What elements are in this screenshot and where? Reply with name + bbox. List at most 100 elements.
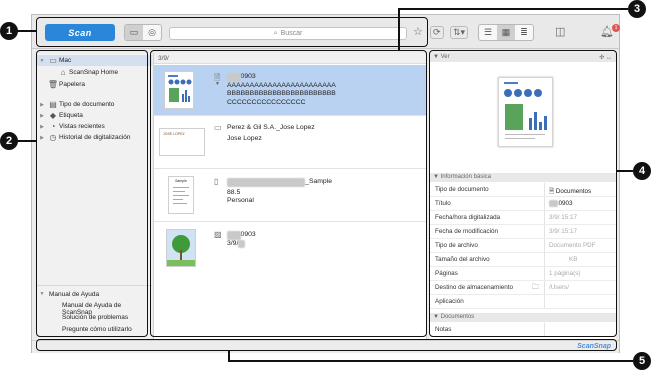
details-panel: ▼ Ver ✣ ↔ ▼ Información básica Tipo de d… [429, 53, 616, 339]
sidebar-item-tag[interactable]: ▶ ◆ Etiqueta [37, 110, 152, 121]
view-section-header[interactable]: ▼ Ver ✣ ↔ [429, 53, 616, 62]
list-date-label: 3/9/ [158, 55, 169, 62]
panel-toggle-icon[interactable]: ◫ [555, 25, 565, 38]
sidebar-item-scansnap-home[interactable]: ⌂ ScanSnap Home [37, 67, 152, 78]
list-date-header: 3/9/ [154, 53, 426, 64]
clock-icon: ◷ [49, 133, 57, 142]
documents-section-header[interactable]: ▼ Documentos [429, 313, 616, 322]
list-item-line: AAAAAAAAAAAAAAAAAAAAAAAA [227, 81, 336, 89]
document-icon: 🗎︎ [549, 188, 556, 195]
redacted-date: xxxx [227, 73, 241, 82]
list-item-text: xxxxxxxxxxxxxxxxxxxxxxx_Sample 88.5 Pers… [227, 178, 332, 206]
property-value-text: 0903 [558, 200, 573, 207]
app-window: Scan ▭ ◎ ⌕ Buscar ☆ ⟳ ⇅▾ ☰ ▦ ≣ ◫ 🔔︎ 1 ▼ … [31, 14, 620, 353]
tag-icon: ◆ [49, 111, 57, 120]
divider [544, 239, 545, 252]
cloud-eye-icon[interactable]: ◎ [143, 25, 161, 40]
sidebar-item-label: Historial de digitalización [59, 134, 131, 141]
list-item[interactable]: 🗎︎ ▼ xxxx0903 AAAAAAAAAAAAAAAAAAAAAAAA B… [154, 65, 426, 116]
redacted-date: xx [238, 239, 246, 248]
property-label: Destino de almacenamiento [435, 284, 514, 291]
help-link-troubleshooting[interactable]: Solución de problemas [62, 314, 128, 321]
property-value: 3/9/ 15:17 [549, 228, 578, 235]
expand-arrow-icon: ▼ [433, 54, 439, 60]
list-item[interactable]: JOSE LOPEZ ▭ Perez & Gil S.A._Jose Lopez… [154, 116, 426, 169]
chevron-down-icon[interactable]: ▼ [215, 81, 220, 87]
redacted-date: xxx [549, 200, 559, 207]
detail-view-icon[interactable]: ≣ [515, 25, 533, 40]
refresh-icon[interactable]: ⟳ [430, 26, 444, 39]
callout-leader-5 [228, 360, 633, 362]
zoom-controls-icon[interactable]: ✣ ↔ [599, 54, 612, 61]
redacted-title: xxxxxxxxxxxxxxxxxxxxxxx [227, 178, 306, 187]
search-input[interactable]: ⌕ Buscar [169, 27, 407, 40]
property-value: /Users/ [549, 284, 569, 291]
receipt-thumbnail: Sample [168, 176, 194, 214]
business-card-thumbnail: JOSE LOPEZ [159, 128, 205, 156]
property-value: 3/9/ 15:17 [549, 214, 578, 221]
list-item-line: BBBBBBBBBBBBBBBBBBBBBBBB [227, 90, 336, 97]
monitor-icon: ▭ [49, 56, 57, 65]
list-item[interactable]: Sample ▯ xxxxxxxxxxxxxxxxxxxxxxx_Sample … [154, 170, 426, 222]
basic-info-section-header[interactable]: ▼ Información básica [429, 173, 616, 182]
status-bar: ScanSnap [32, 340, 619, 353]
list-item[interactable]: ▨ xxxx0903 3/9/xx [154, 223, 426, 275]
sidebar-tree: ▼ ▭ Mac ⌂ ScanSnap Home 🗑︎ Papelera ▶ ▤ … [37, 53, 152, 253]
divider [544, 323, 545, 336]
star-icon[interactable]: ☆ [413, 25, 423, 38]
expand-arrow-icon[interactable]: ▼ [37, 291, 47, 297]
layout-toggle[interactable]: ☰ ▦ ≣ [478, 24, 534, 41]
sidebar-item-label: Mac [59, 57, 72, 64]
scan-button[interactable]: Scan [45, 24, 115, 41]
sidebar-item-document-type[interactable]: ▶ ▤ Tipo de documento [37, 99, 152, 110]
list-item-line: CCCCCCCCCCCCCCCC [227, 98, 306, 106]
property-value: Documento PDF [549, 242, 596, 249]
list-item-title: 0903 [240, 231, 256, 238]
property-label: Tamaño del archivo [435, 256, 490, 263]
sidebar-item-label: Tipo de documento [59, 101, 115, 108]
callout-leader-2 [17, 140, 36, 142]
photo-icon: ▨ [214, 230, 222, 239]
property-row-pages: Páginas 1 página(s) [429, 267, 616, 281]
view-mode-toggle[interactable]: ▭ ◎ [124, 24, 162, 41]
list-item-title: 0903 [240, 73, 256, 80]
help-link-how-to[interactable]: Pregunte cómo utilizarlo [62, 326, 132, 333]
expand-arrow-icon: ▼ [433, 314, 439, 320]
property-value: KB [569, 256, 578, 263]
photo-thumbnail [166, 229, 196, 267]
property-label: Aplicación [435, 298, 464, 305]
monitor-icon[interactable]: ▭ [125, 25, 143, 40]
divider [544, 295, 545, 308]
property-row-file-type: Tipo de archivo Documento PDF [429, 239, 616, 253]
property-row-storage: Destino de almacenamiento 🗀 /Users/ [429, 281, 616, 295]
toolbar: Scan ▭ ◎ ⌕ Buscar ☆ ⟳ ⇅▾ ☰ ▦ ≣ ◫ 🔔︎ 1 [32, 15, 620, 49]
list-view-icon[interactable]: ☰ [479, 25, 497, 40]
property-row-document-type: Tipo de documento 🗎︎ Documentos [429, 183, 616, 197]
expand-arrow-icon[interactable]: ▼ [37, 58, 47, 64]
scansnap-logo: ScanSnap [577, 343, 611, 350]
expand-arrow-icon[interactable]: ▶ [37, 124, 47, 130]
document-thumbnail [164, 71, 194, 109]
property-row-file-size: Tamaño del archivo KB [429, 253, 616, 267]
property-label: Fecha de modificación [435, 228, 499, 235]
expand-arrow-icon[interactable]: ▶ [37, 135, 47, 141]
property-value[interactable]: xxx0903 [549, 200, 572, 207]
search-icon: ⌕ [273, 29, 278, 37]
notification-badge: 1 [612, 24, 620, 32]
callout-badge-5: 5 [633, 352, 651, 370]
callout-leader-3 [398, 8, 628, 10]
sort-icon[interactable]: ⇅▾ [450, 26, 469, 39]
property-value[interactable]: 🗎︎ Documentos [549, 186, 591, 197]
section-title: Documentos [440, 314, 475, 320]
sidebar-item-scan-history[interactable]: ▶ ◷ Historial de digitalización [37, 132, 152, 143]
folder-icon[interactable]: 🗀 [532, 283, 539, 294]
sidebar-item-mac[interactable]: ▼ ▭ Mac [37, 55, 152, 66]
receipt-icon: ▯ [214, 177, 219, 186]
sidebar-item-trash[interactable]: 🗑︎ Papelera [37, 79, 152, 90]
expand-arrow-icon[interactable]: ▶ [37, 102, 47, 108]
home-icon: ⌂ [60, 68, 66, 77]
sidebar-item-recent[interactable]: ▶ ◔ Vistas recientes [37, 121, 152, 132]
property-row-notes[interactable]: Notas [429, 323, 616, 337]
expand-arrow-icon[interactable]: ▶ [37, 113, 47, 119]
grid-view-icon[interactable]: ▦ [497, 25, 515, 40]
